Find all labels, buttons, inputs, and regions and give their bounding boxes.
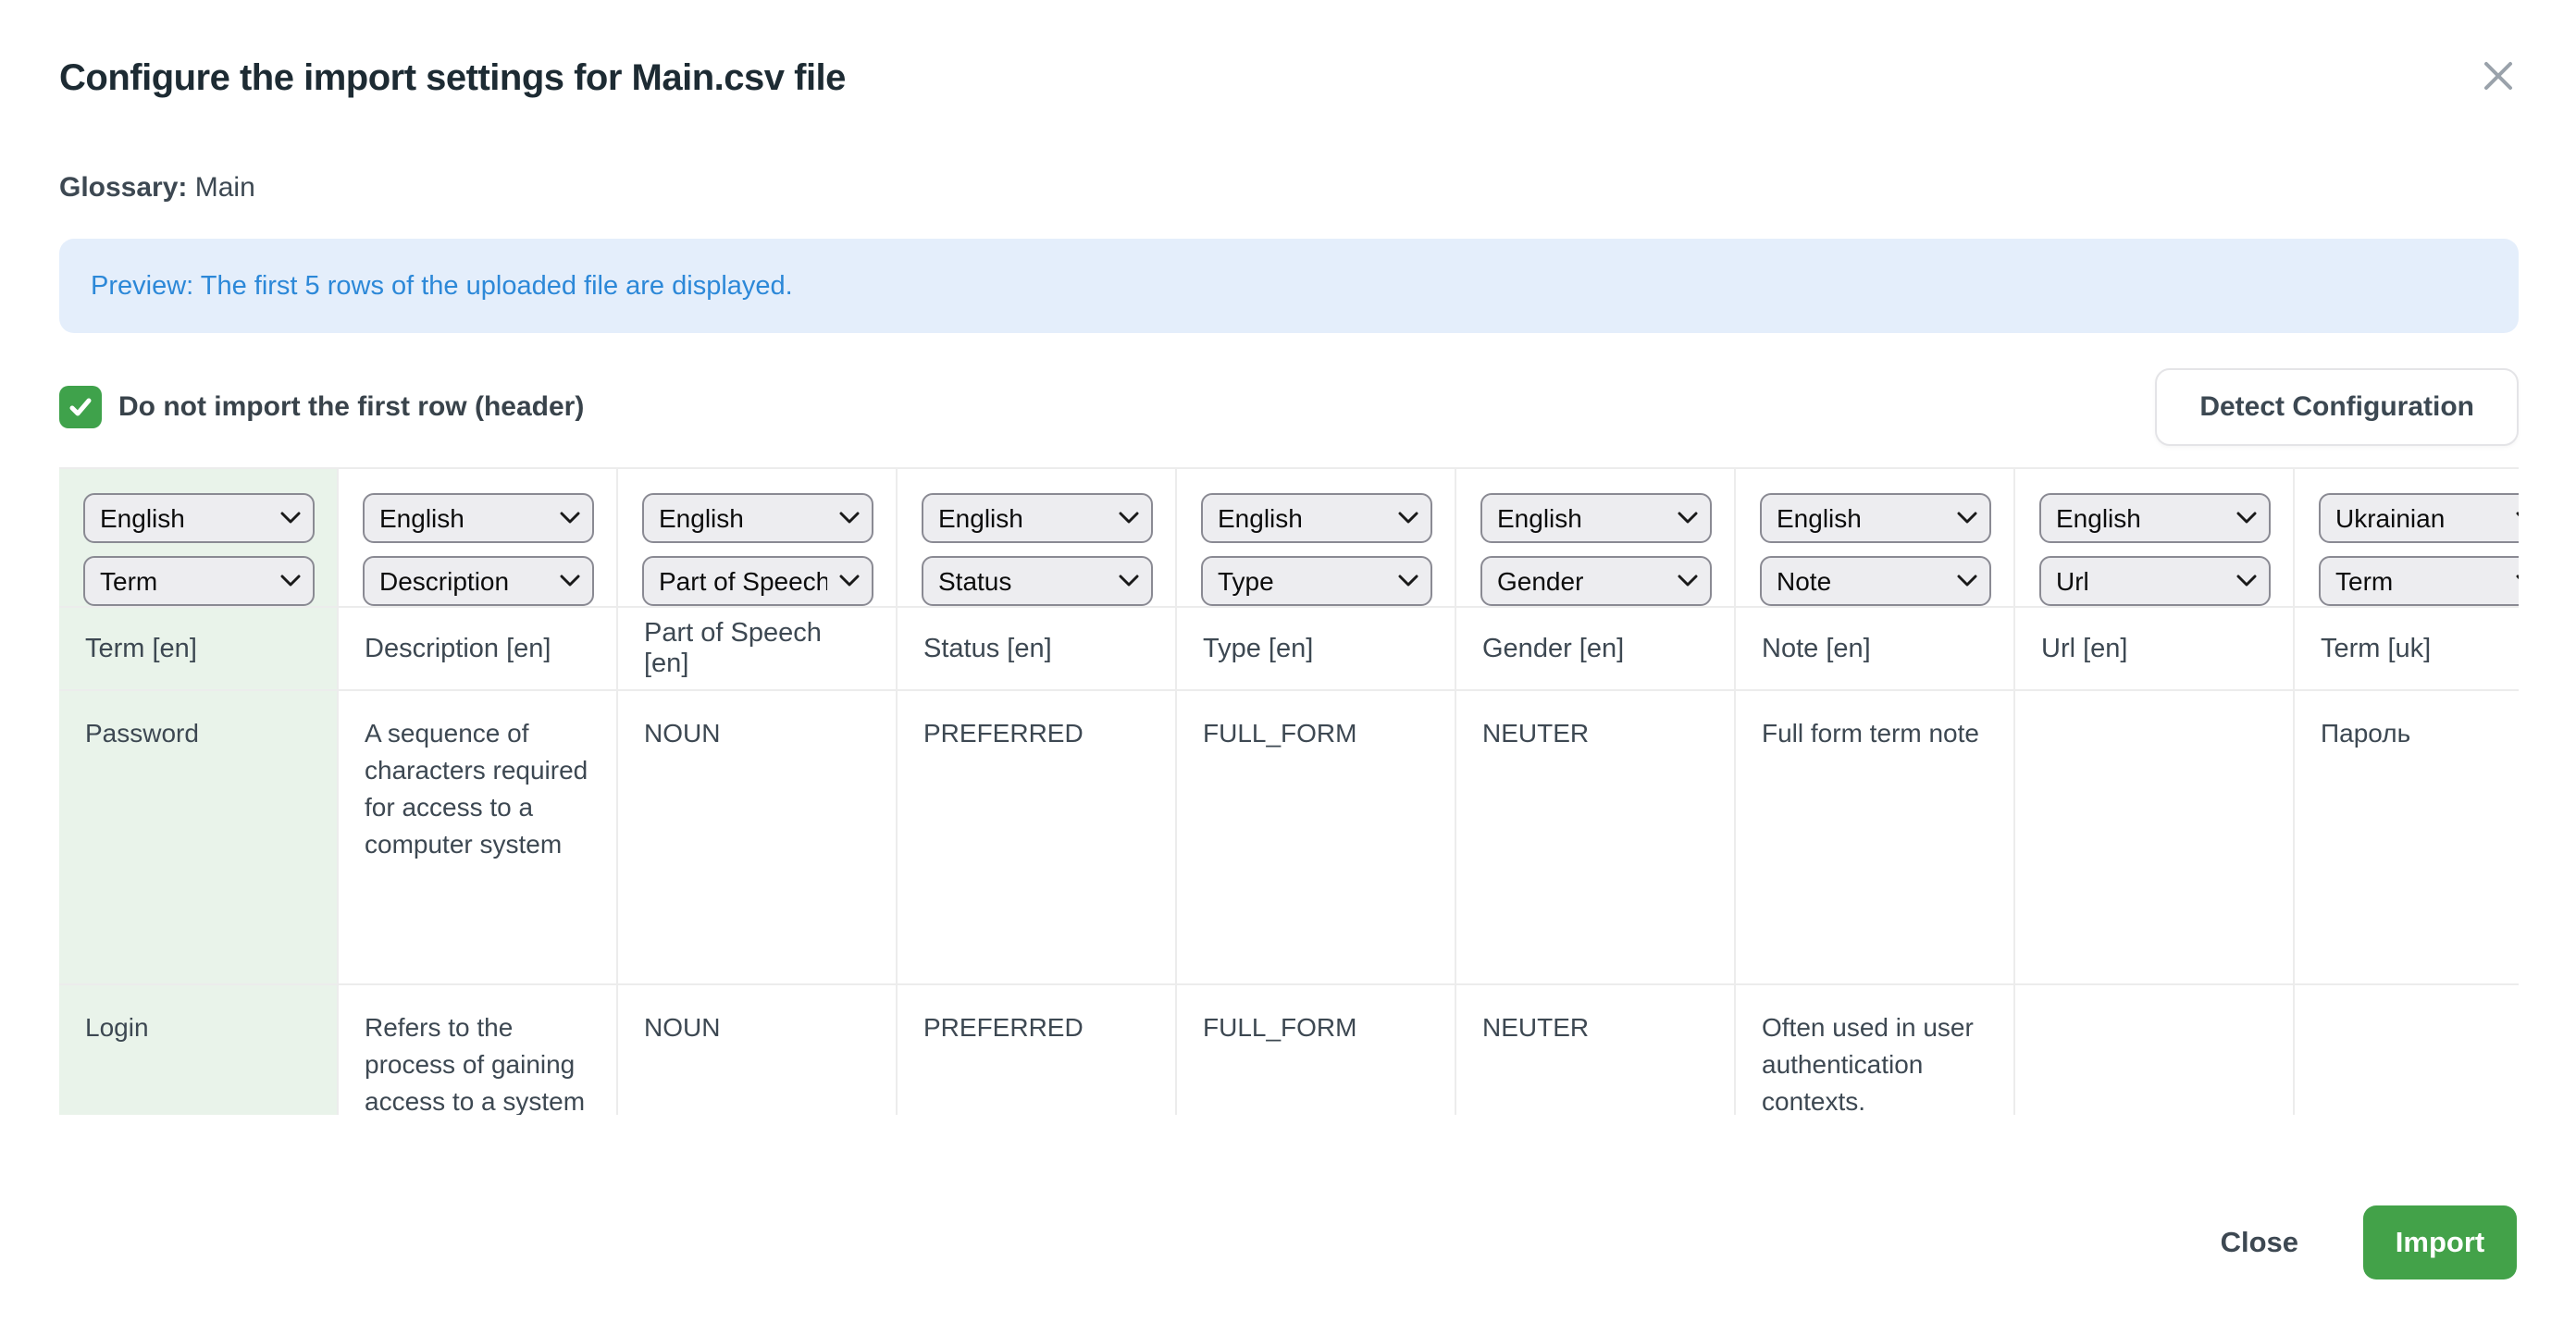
column-6-field-select[interactable]: Gender: [1480, 556, 1712, 606]
preview-info-banner: Preview: The first 5 rows of the uploade…: [59, 239, 2519, 333]
column-9-row-1-cell: Пароль: [2295, 691, 2519, 985]
column-8-row-2-cell: [2015, 985, 2295, 1115]
column-1-field-select[interactable]: Term: [83, 556, 315, 606]
import-settings-modal: Configure the import settings for Main.c…: [0, 0, 2576, 1335]
column-7-row-1-cell: Full form term note: [1736, 691, 2015, 985]
header-checkbox-label: Do not import the first row (header): [118, 391, 584, 423]
column-6-mapping-cell: English Gender: [1456, 469, 1736, 608]
glossary-value: Main: [195, 172, 255, 203]
column-3-mapping-cell: English Part of Speech: [618, 469, 898, 608]
column-5-language-select[interactable]: English: [1201, 493, 1432, 543]
column-5-mapping-cell: English Type: [1177, 469, 1456, 608]
column-7-language-select[interactable]: English: [1760, 493, 1991, 543]
column-4-field-select[interactable]: Status: [922, 556, 1153, 606]
column-9-row-2-cell: [2295, 985, 2519, 1115]
column-7-header-cell: Note [en]: [1736, 608, 2015, 691]
column-8-row-1-cell: [2015, 691, 2295, 985]
column-2-row-1-cell: A sequence of characters required for ac…: [339, 691, 618, 985]
glossary-label: Glossary:: [59, 172, 187, 203]
column-8-mapping-cell: English Url: [2015, 469, 2295, 608]
column-2-mapping-cell: English Description: [339, 469, 618, 608]
column-7-row-2-cell: Often used in user authentication contex…: [1736, 985, 2015, 1115]
column-6-header-cell: Gender [en]: [1456, 608, 1736, 691]
column-1-row-1-cell: Password: [59, 691, 339, 985]
checkmark-icon: [67, 393, 94, 421]
column-5-header-cell: Type [en]: [1177, 608, 1456, 691]
column-9-mapping-cell: Ukrainian Term: [2295, 469, 2519, 608]
modal-title: Configure the import settings for Main.c…: [59, 57, 846, 99]
column-1-header-cell: Term [en]: [59, 608, 339, 691]
column-8-header-cell: Url [en]: [2015, 608, 2295, 691]
column-3-field-select[interactable]: Part of Speech: [642, 556, 873, 606]
close-button[interactable]: Close: [2221, 1226, 2298, 1259]
controls-row: Do not import the first row (header) Det…: [59, 368, 2519, 446]
column-5-row-1-cell: FULL_FORM: [1177, 691, 1456, 985]
column-5-row-2-cell: FULL_FORM: [1177, 985, 1456, 1115]
column-6-row-2-cell: NEUTER: [1456, 985, 1736, 1115]
column-2-field-select[interactable]: Description: [363, 556, 594, 606]
column-1-mapping-cell: English Term: [59, 469, 339, 608]
column-2-header-cell: Description [en]: [339, 608, 618, 691]
header-checkbox[interactable]: [59, 386, 102, 428]
column-6-row-1-cell: NEUTER: [1456, 691, 1736, 985]
column-7-field-select[interactable]: Note: [1760, 556, 1991, 606]
import-button[interactable]: Import: [2363, 1205, 2517, 1279]
glossary-line: Glossary: Main: [59, 172, 255, 204]
column-3-header-cell: Part of Speech [en]: [618, 608, 898, 691]
column-1-row-2-cell: Login: [59, 985, 339, 1115]
column-4-header-cell: Status [en]: [898, 608, 1177, 691]
preview-info-text: Preview: The first 5 rows of the uploade…: [91, 271, 793, 302]
header-checkbox-group[interactable]: Do not import the first row (header): [59, 386, 584, 428]
column-3-row-2-cell: NOUN: [618, 985, 898, 1115]
column-9-header-cell: Term [uk]: [2295, 608, 2519, 691]
column-7-mapping-cell: English Note: [1736, 469, 2015, 608]
preview-table: English Term English Description: [59, 469, 2519, 1115]
preview-table-container[interactable]: English Term English Description: [59, 467, 2519, 1115]
column-8-language-select[interactable]: English: [2039, 493, 2271, 543]
detect-configuration-button[interactable]: Detect Configuration: [2155, 368, 2519, 446]
column-3-row-1-cell: NOUN: [618, 691, 898, 985]
close-icon[interactable]: [2478, 56, 2519, 96]
column-4-row-2-cell: PREFERRED: [898, 985, 1177, 1115]
column-9-language-select[interactable]: Ukrainian: [2319, 493, 2519, 543]
modal-footer: Close Import: [2221, 1205, 2517, 1279]
column-9-field-select[interactable]: Term: [2319, 556, 2519, 606]
column-2-language-select[interactable]: English: [363, 493, 594, 543]
column-5-field-select[interactable]: Type: [1201, 556, 1432, 606]
column-3-language-select[interactable]: English: [642, 493, 873, 543]
column-4-row-1-cell: PREFERRED: [898, 691, 1177, 985]
column-4-mapping-cell: English Status: [898, 469, 1177, 608]
column-4-language-select[interactable]: English: [922, 493, 1153, 543]
column-6-language-select[interactable]: English: [1480, 493, 1712, 543]
column-8-field-select[interactable]: Url: [2039, 556, 2271, 606]
column-1-language-select[interactable]: English: [83, 493, 315, 543]
column-2-row-2-cell: Refers to the process of gaining access …: [339, 985, 618, 1115]
